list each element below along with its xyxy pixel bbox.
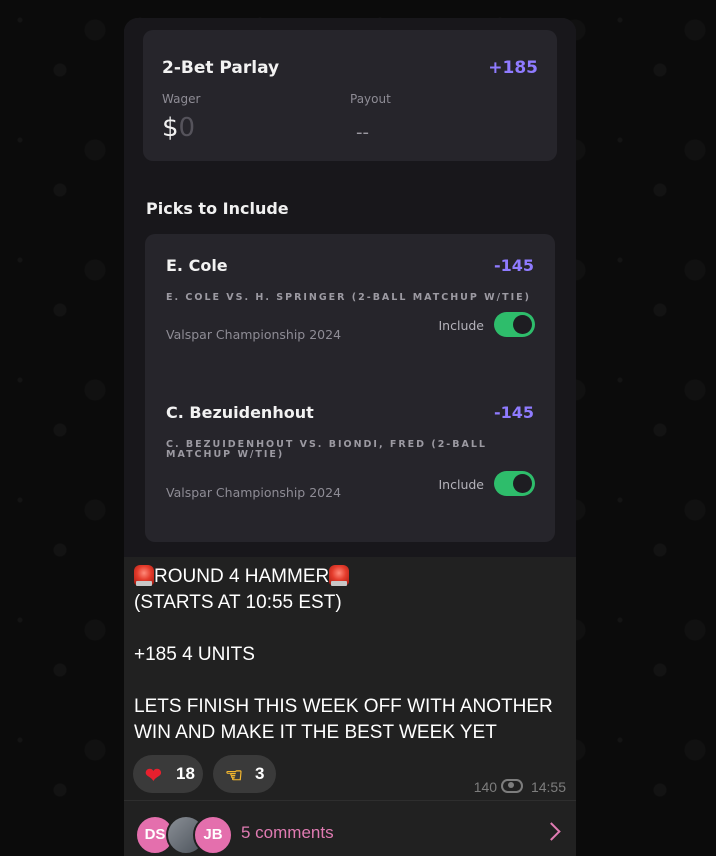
payout-value: -- xyxy=(356,122,369,143)
currency-symbol: $ xyxy=(162,113,179,143)
reaction-count: 18 xyxy=(176,764,195,783)
pick-odds: -145 xyxy=(493,403,534,422)
comments-count: 5 comments xyxy=(241,823,334,842)
wager-amount: 0 xyxy=(178,113,196,143)
reaction-heart[interactable]: ❤ 18 xyxy=(133,755,203,793)
avatar: JB xyxy=(193,815,233,855)
caption-line: +185 4 UNITS xyxy=(134,644,255,665)
pick-odds: -145 xyxy=(493,256,534,275)
include-toggle[interactable] xyxy=(494,471,535,496)
pointing-hand-icon: ☜ xyxy=(225,765,243,787)
picks-heading: Picks to Include xyxy=(146,199,289,218)
caption-title: ROUND 4 HAMMER xyxy=(154,566,330,587)
pick-event: Valspar Championship 2024 xyxy=(166,485,342,500)
bet-slip-image: 2-Bet Parlay +185 Wager Payout $0 -- Pic… xyxy=(124,18,576,557)
caption-line: LETS FINISH THIS WEEK OFF WITH ANOTHER W… xyxy=(134,696,553,743)
wager-value: $0 xyxy=(162,113,195,143)
chevron-right-icon xyxy=(542,822,561,841)
heart-icon: ❤ xyxy=(145,765,162,787)
pick-matchup: C. BEZUIDENHOUT VS. BIONDI, FRED (2-BALL… xyxy=(166,439,487,460)
caption-line: (STARTS AT 10:55 EST) xyxy=(134,592,342,613)
toggle-knob xyxy=(513,315,532,334)
picks-card: E. Cole -145 E. COLE VS. H. SPRINGER (2-… xyxy=(145,234,555,542)
siren-icon xyxy=(134,565,154,586)
parlay-title: 2-Bet Parlay xyxy=(162,58,280,78)
post-caption: ROUND 4 HAMMER (STARTS AT 10:55 EST) +18… xyxy=(134,564,564,746)
view-count: 140 xyxy=(473,779,498,795)
include-toggle[interactable] xyxy=(494,312,535,337)
reaction-pointing-hand[interactable]: ☜ 3 xyxy=(213,755,276,793)
siren-icon xyxy=(329,565,350,586)
eye-icon xyxy=(501,779,524,793)
wager-label: Wager xyxy=(162,92,201,106)
caption-line: ROUND 4 HAMMER xyxy=(134,564,564,590)
reaction-count: 3 xyxy=(255,764,265,783)
pick-player-name: C. Bezuidenhout xyxy=(166,403,314,422)
pick-player-name: E. Cole xyxy=(166,256,228,275)
channel-post: 2-Bet Parlay +185 Wager Payout $0 -- Pic… xyxy=(124,18,576,856)
include-label: Include xyxy=(438,477,484,492)
parlay-odds: +185 xyxy=(488,58,538,78)
comments-button[interactable]: DS JB 5 comments xyxy=(124,800,576,856)
parlay-card: 2-Bet Parlay +185 Wager Payout $0 -- xyxy=(143,30,557,161)
pick-matchup: E. COLE VS. H. SPRINGER (2-BALL MATCHUP … xyxy=(166,292,531,303)
include-label: Include xyxy=(438,318,484,333)
toggle-knob xyxy=(513,474,532,493)
post-time: 14:55 xyxy=(530,779,566,795)
payout-label: Payout xyxy=(350,92,391,106)
pick-event: Valspar Championship 2024 xyxy=(166,327,342,342)
post-meta: 140 14:55 xyxy=(474,779,566,795)
